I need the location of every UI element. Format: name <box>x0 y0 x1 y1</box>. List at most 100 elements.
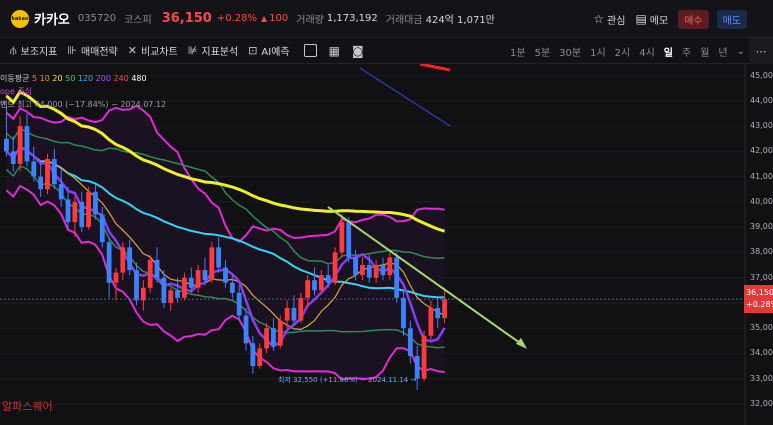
candle-body <box>339 222 345 253</box>
chart-canvas[interactable] <box>0 64 773 425</box>
candle-body <box>366 265 372 278</box>
buy-button[interactable]: 매수 <box>678 9 709 29</box>
aux-indicator-button[interactable]: ⫛ 보조지표 <box>10 43 58 59</box>
more-menu-button[interactable]: ⋯ <box>749 38 773 64</box>
memo-label: 메모 <box>649 15 669 27</box>
candle-body <box>182 277 187 298</box>
volume-label: 거래량 <box>296 15 324 26</box>
ma-legend-label: 이동평균 <box>0 74 30 83</box>
candle-body <box>24 126 30 162</box>
tab-day[interactable]: 일 <box>664 44 673 59</box>
candle-body <box>442 299 447 319</box>
candle-body <box>421 335 427 379</box>
ai-prediction-button[interactable]: ⊡ AI예측 <box>248 43 289 58</box>
chevron-down-icon[interactable]: ⌄ <box>737 46 745 57</box>
tab-month[interactable]: 월 <box>700 44 709 59</box>
tab-4hour[interactable]: 4시 <box>639 44 655 59</box>
candle-body <box>168 290 174 303</box>
candle-body <box>45 158 50 190</box>
candle-body <box>387 257 393 276</box>
candle-body <box>277 320 283 346</box>
current-price-tag: 36,150 +0.28% <box>744 285 773 314</box>
candle-body <box>435 307 441 319</box>
candle-body <box>188 277 194 288</box>
layout-square-icon[interactable] <box>303 44 317 57</box>
y-tick-label: 33,000 <box>750 373 773 383</box>
stock-name[interactable]: 카카오 <box>34 9 70 28</box>
candle-body <box>360 265 365 276</box>
indicator-analysis-label: 지표분석 <box>201 47 239 58</box>
ma-5: 5 <box>32 74 38 83</box>
camera-icon[interactable]: ◙ <box>352 44 364 58</box>
candle-body <box>264 328 269 349</box>
memo-button[interactable]: ▤ 메모 <box>635 12 668 27</box>
tab-1min[interactable]: 1분 <box>510 44 526 59</box>
trade-strategy-button[interactable]: ⊪ 매매전략 <box>67 43 117 58</box>
tab-30min[interactable]: 30분 <box>559 44 581 59</box>
y-tick-label: 44,000 <box>750 95 773 105</box>
candle-body <box>271 328 276 346</box>
candle-body <box>353 257 358 276</box>
change-percent: +0.28% <box>216 13 258 24</box>
candle-body <box>140 287 146 301</box>
candle-body <box>257 348 263 367</box>
candle-body <box>86 191 91 228</box>
candle-body <box>209 247 215 281</box>
candle-body <box>72 201 78 223</box>
candle-body <box>291 307 297 321</box>
price-chart[interactable]: 이동평균 5 10 20 50 120 200 240 480 ope 중심 밴… <box>0 64 773 425</box>
stock-header: kakao 카카오 035720 코스피 36,150 +0.28% ▲ 100… <box>0 0 773 38</box>
trade-value: 424억 1,071만 <box>425 15 495 26</box>
candle-body <box>318 275 324 291</box>
tab-week[interactable]: 주 <box>682 44 691 59</box>
tab-5min[interactable]: 5분 <box>535 44 551 59</box>
candle-body <box>236 292 242 316</box>
aux-indicator-label: 보조지표 <box>20 47 58 58</box>
y-tick-label: 32,000 <box>750 398 773 408</box>
period-tabs: 1분 5분 30분 1시 2시 4시 일 주 월 년 ⌄ <box>501 38 745 64</box>
candle-body <box>175 290 180 298</box>
tab-2hour[interactable]: 2시 <box>615 44 631 59</box>
candle-body <box>216 247 222 268</box>
watchlist-button[interactable]: ☆ 관심 <box>593 12 625 27</box>
stock-code: 035720 <box>77 13 117 24</box>
candle-body <box>305 280 311 298</box>
candle-body <box>401 297 406 329</box>
candle-body <box>298 297 304 321</box>
grid-layout-icon[interactable]: ▦ <box>329 44 340 58</box>
current-price-tag-pct: +0.28% <box>746 300 773 310</box>
candle-body <box>106 242 112 283</box>
candle-body <box>284 307 290 321</box>
tab-1hour[interactable]: 1시 <box>590 44 606 59</box>
candle-body <box>332 252 338 283</box>
candle-body <box>325 275 331 283</box>
compare-chart-button[interactable]: ✕ 비교차트 <box>128 43 178 58</box>
price-axis: 45,000 44,000 43,000 42,000 41,000 40,000 39,0… <box>746 64 773 425</box>
indicator-icon: ⫛ <box>10 43 17 57</box>
high-note: 최고 44,000 (−17.84%) − 2024.07.12 <box>17 100 167 109</box>
candle-body <box>223 267 228 283</box>
candle-body <box>99 214 105 243</box>
trade-value-label: 거래대금 <box>385 15 423 26</box>
trade-strategy-label: 매매전략 <box>80 47 118 58</box>
chart-legend: 이동평균 5 10 20 50 120 200 240 480 ope 중심 밴… <box>0 72 166 111</box>
candle-body <box>380 265 386 276</box>
y-tick-label: 37,000 <box>750 272 773 282</box>
candle-body <box>407 328 413 356</box>
y-tick-label: 40,000 <box>750 196 773 206</box>
candle-body <box>394 257 400 298</box>
up-arrow-icon: ▲ <box>261 14 268 23</box>
indicator-analysis-button[interactable]: ⊯ 지표분석 <box>188 43 238 58</box>
band-legend-row: 밴드 최고 44,000 (−17.84%) − 2024.07.12 <box>0 98 166 111</box>
candle-body <box>93 191 98 215</box>
strategy-icon: ⊪ <box>67 44 77 57</box>
candle-body <box>58 184 64 200</box>
candle-body <box>31 161 37 177</box>
sell-button[interactable]: 매도 <box>716 9 747 29</box>
tab-year[interactable]: 년 <box>718 44 727 59</box>
volume-value: 1,173,192 <box>326 13 378 24</box>
candle-body <box>147 259 153 288</box>
candle-body <box>202 270 208 281</box>
low-note: 최저 32,550 (+11.06%) − 2024.11.14 → <box>278 376 417 384</box>
watchlist-label: 관심 <box>607 15 626 27</box>
